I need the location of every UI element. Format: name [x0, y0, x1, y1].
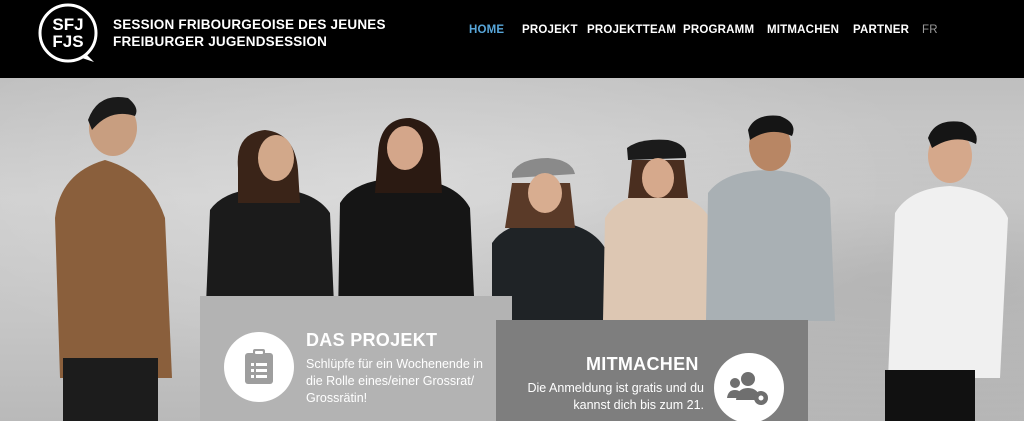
das-projekt-card[interactable]: DAS PROJEKT Schlüpfe für ein Wochenende …: [200, 296, 512, 421]
clipboard-icon-badge: [224, 332, 294, 402]
site-title[interactable]: SESSION FRIBOURGEOISE DES JEUNES FREIBUR…: [113, 16, 386, 50]
svg-text:FJS: FJS: [52, 32, 83, 51]
users-gear-icon: [727, 372, 768, 405]
mitmachen-title: MITMACHEN: [586, 354, 699, 374]
nav-projektteam[interactable]: PROJEKTTEAM: [587, 24, 676, 36]
site-title-line-2: FREIBURGER JUGENDSESSION: [113, 34, 328, 49]
hero-banner: DAS PROJEKT Schlüpfe für ein Wochenende …: [0, 78, 1024, 421]
nav-home[interactable]: HOME: [469, 24, 504, 36]
nav-projekt[interactable]: PROJEKT: [522, 24, 578, 36]
site-title-line-1: SESSION FRIBOURGEOISE DES JEUNES: [113, 17, 386, 32]
clipboard-icon: [245, 349, 273, 384]
users-gear-icon-badge: [714, 353, 784, 421]
nav-mitmachen[interactable]: MITMACHEN: [767, 24, 839, 36]
mitmachen-card[interactable]: MITMACHEN Die Anmeldung ist gratis und d…: [496, 320, 808, 421]
das-projekt-title: DAS PROJEKT: [306, 330, 438, 350]
nav-partner[interactable]: PARTNER: [853, 24, 909, 36]
language-switch-fr[interactable]: FR: [922, 24, 938, 36]
site-header: SFJ FJS SESSION FRIBOURGEOISE DES JEUNES…: [0, 0, 1024, 78]
sfj-fjs-logo[interactable]: SFJ FJS: [36, 2, 100, 66]
das-projekt-text: Schlüpfe für ein Wochenende in die Rolle…: [306, 357, 483, 405]
nav-programm[interactable]: PROGRAMM: [683, 24, 754, 36]
mitmachen-text: Die Anmeldung ist gratis und du kannst d…: [527, 381, 705, 412]
